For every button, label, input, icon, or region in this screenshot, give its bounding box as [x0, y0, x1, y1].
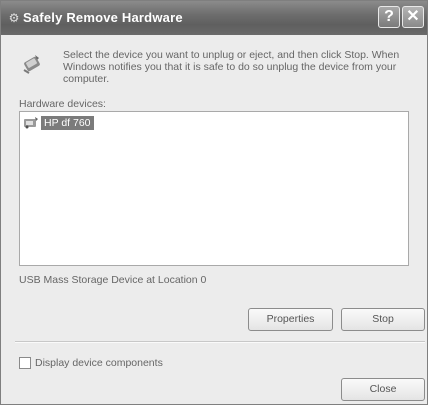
window-title: Safely Remove Hardware [23, 10, 183, 25]
separator [15, 341, 425, 343]
close-window-button[interactable]: ✕ [402, 6, 424, 28]
usb-device-icon [24, 117, 38, 129]
instructions-text: Select the device you want to unplug or … [63, 49, 400, 85]
list-item[interactable]: HP df 760 [23, 115, 94, 130]
device-location-status: USB Mass Storage Device at Location 0 [19, 274, 207, 286]
display-components-label[interactable]: Display device components [35, 357, 163, 369]
window-icon: ⚙ [8, 11, 20, 25]
hardware-devices-list[interactable]: HP df 760 [19, 111, 409, 266]
display-components-checkbox[interactable] [19, 357, 31, 369]
title-bar[interactable]: ⚙ Safely Remove Hardware ? ✕ [1, 1, 427, 35]
hardware-devices-label: Hardware devices: [19, 98, 106, 110]
display-components-row[interactable]: Display device components [19, 357, 163, 369]
device-label: HP df 760 [41, 115, 94, 130]
safely-remove-hardware-icon [23, 55, 40, 74]
close-button[interactable]: Close [341, 378, 425, 401]
stop-button[interactable]: Stop [341, 308, 425, 331]
properties-button[interactable]: Properties [248, 308, 333, 331]
help-button[interactable]: ? [378, 6, 400, 28]
safely-remove-hardware-dialog: ⚙ Safely Remove Hardware ? ✕ Select the … [0, 0, 428, 405]
